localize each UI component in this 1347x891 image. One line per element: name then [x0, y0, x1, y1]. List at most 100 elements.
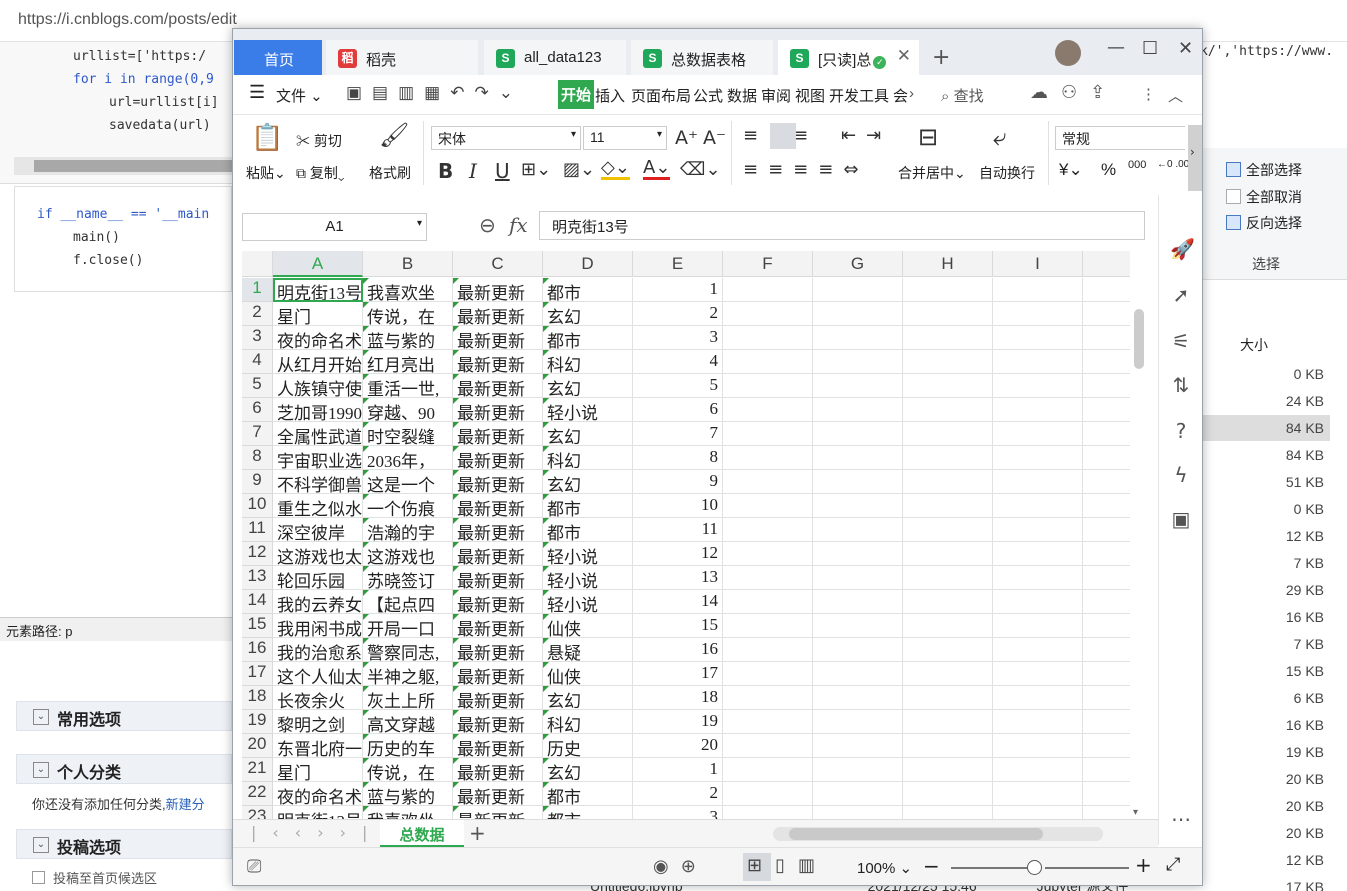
minimize-icon[interactable]: — — [1107, 37, 1125, 58]
cell-empty[interactable] — [813, 398, 903, 422]
avatar[interactable] — [1055, 40, 1081, 66]
cell-e[interactable]: 3 — [633, 326, 723, 350]
cell-empty[interactable] — [813, 710, 903, 734]
cell-empty[interactable] — [813, 758, 903, 782]
indent-icons[interactable]: ⇤⇥ — [841, 125, 891, 146]
zoom-slider-track[interactable] — [951, 867, 1035, 869]
view-mode-icons[interactable]: ⊞▯▥ — [747, 855, 828, 876]
cell-empty[interactable] — [903, 350, 993, 374]
cell-empty[interactable] — [903, 566, 993, 590]
horizontal-align-icons[interactable]: ≡≡≡≡⇔ — [743, 159, 868, 180]
cell-e[interactable]: 6 — [633, 398, 723, 422]
cell-d[interactable]: 都市 — [543, 326, 633, 350]
ribbon-scroll[interactable]: › — [1188, 125, 1202, 191]
macro-icon[interactable]: ⎚ — [247, 856, 261, 877]
cell-empty[interactable] — [813, 374, 903, 398]
search-box[interactable]: ⌕ 查找 — [941, 85, 984, 106]
cell-d[interactable]: 玄幻 — [543, 302, 633, 326]
font-name-select[interactable]: 宋体 ▾ — [431, 126, 581, 150]
currency-button[interactable]: ¥⌄ — [1059, 160, 1083, 180]
cell-empty[interactable] — [1083, 638, 1130, 662]
cell-a[interactable]: 我的治愈系 — [273, 638, 363, 662]
cell-empty[interactable] — [813, 638, 903, 662]
tab-readonly-active[interactable]: S [只读]总 ✓ ✕ — [778, 40, 919, 75]
cell-d[interactable]: 都市 — [543, 494, 633, 518]
cell-empty[interactable] — [903, 374, 993, 398]
cut-button[interactable]: ✂ 剪切 — [296, 131, 342, 151]
zoom-slider-handle[interactable] — [1027, 860, 1042, 875]
cell-c[interactable]: 最新更新 — [453, 638, 543, 662]
underline-icon[interactable]: U — [495, 159, 510, 183]
cell-c[interactable]: 最新更新 — [453, 302, 543, 326]
tab-total-data[interactable]: S 总数据表格 — [631, 40, 773, 75]
cell-empty[interactable] — [903, 638, 993, 662]
cell-c[interactable]: 最新更新 — [453, 542, 543, 566]
cell-empty[interactable] — [1083, 758, 1130, 782]
cell-empty[interactable] — [1083, 566, 1130, 590]
cell-empty[interactable] — [993, 662, 1083, 686]
scroll-down-icon[interactable]: ▾ — [1133, 807, 1138, 818]
cell-a[interactable]: 长夜余火 — [273, 686, 363, 710]
eye-protect-icons[interactable]: ◉⊕ — [653, 856, 708, 877]
cell-c[interactable]: 最新更新 — [453, 398, 543, 422]
hamburger-icon[interactable]: ☰ — [249, 82, 265, 103]
cell-empty[interactable] — [813, 326, 903, 350]
cell-d[interactable]: 科幻 — [543, 446, 633, 470]
cell-b[interactable]: 时空裂缝 — [363, 422, 453, 446]
wrap-text-button[interactable]: 自动换行 — [979, 163, 1035, 183]
decimal-button[interactable]: ←0 .00 — [1157, 159, 1189, 171]
cell-empty[interactable] — [723, 614, 813, 638]
row-header[interactable]: 5 — [242, 374, 273, 398]
cell-empty[interactable] — [723, 470, 813, 494]
cell-e[interactable]: 8 — [633, 446, 723, 470]
cell-d[interactable]: 科幻 — [543, 350, 633, 374]
bold-icon[interactable]: B — [438, 159, 453, 183]
cell-e[interactable]: 9 — [633, 470, 723, 494]
zoom-level[interactable]: 100% ⌄ — [857, 859, 912, 877]
cell-empty[interactable] — [993, 374, 1083, 398]
cell-c[interactable]: 最新更新 — [453, 278, 543, 302]
cell-d[interactable]: 玄幻 — [543, 470, 633, 494]
transfer-icon[interactable]: ⇅ — [1170, 373, 1192, 397]
cell-a[interactable]: 这个人仙太 — [273, 662, 363, 686]
cell-c[interactable]: 最新更新 — [453, 686, 543, 710]
cell-d[interactable]: 仙侠 — [543, 662, 633, 686]
cell-empty[interactable] — [1083, 614, 1130, 638]
cell-a[interactable]: 从红月开始 — [273, 350, 363, 374]
cell-e[interactable]: 14 — [633, 590, 723, 614]
cell-empty[interactable] — [993, 782, 1083, 806]
rocket-icon[interactable]: 🚀 — [1170, 237, 1195, 261]
row-header[interactable]: 2 — [242, 302, 273, 326]
border-icon[interactable]: ⊞⌄ — [521, 159, 551, 180]
cell-a[interactable]: 不科学御兽 — [273, 470, 363, 494]
tab-docer[interactable]: 稻稻壳 — [326, 40, 478, 75]
cell-empty[interactable] — [723, 782, 813, 806]
cell-empty[interactable] — [1083, 494, 1130, 518]
cell-a[interactable]: 深空彼岸 — [273, 518, 363, 542]
cell-e[interactable]: 16 — [633, 638, 723, 662]
cell-empty[interactable] — [993, 542, 1083, 566]
cell-e[interactable]: 13 — [633, 566, 723, 590]
wrap-text-icon[interactable]: ⤶ — [993, 123, 1006, 151]
cell-e[interactable]: 7 — [633, 422, 723, 446]
format-painter-button[interactable]: 格式刷 — [369, 163, 411, 183]
zoom-in-icon[interactable]: + — [1135, 853, 1152, 877]
cell-empty[interactable] — [723, 734, 813, 758]
cell-empty[interactable] — [723, 686, 813, 710]
cell-empty[interactable] — [723, 758, 813, 782]
cell-b[interactable]: 苏晓签订 — [363, 566, 453, 590]
cell-d[interactable]: 都市 — [543, 518, 633, 542]
cell-empty[interactable] — [813, 614, 903, 638]
scroll-thumb[interactable] — [1134, 309, 1144, 369]
column-header-i[interactable]: I — [993, 251, 1083, 277]
menu-data[interactable]: 数据 — [727, 85, 757, 106]
cell-empty[interactable] — [993, 350, 1083, 374]
column-header-h[interactable]: H — [903, 251, 993, 277]
cell-empty[interactable] — [813, 686, 903, 710]
row-header[interactable]: 7 — [242, 422, 273, 446]
row-header[interactable]: 10 — [242, 494, 273, 518]
section-submit-options[interactable]: ⌄ 投稿选项 — [16, 829, 232, 859]
tab-home[interactable]: 首页 — [234, 40, 322, 75]
row-header[interactable]: 20 — [242, 734, 273, 758]
cell-empty[interactable] — [723, 278, 813, 302]
